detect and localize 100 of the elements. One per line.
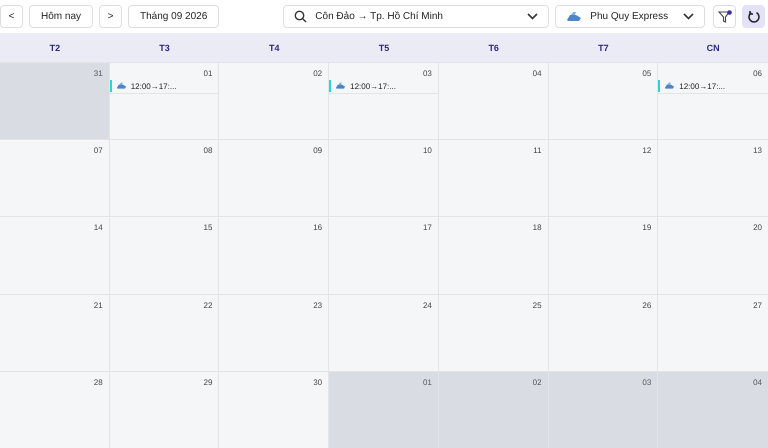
day-cell[interactable]: 10	[329, 140, 439, 216]
day-cell[interactable]: 16	[219, 217, 330, 294]
day-number: 17	[422, 223, 432, 232]
day-cell[interactable]: 04	[658, 372, 768, 448]
day-cell[interactable]: 06 12:00→17:...	[658, 63, 768, 140]
trip-event[interactable]: 12:00→17:...	[658, 79, 768, 94]
day-number: 09	[313, 146, 322, 156]
day-number: 07	[94, 146, 103, 156]
today-button[interactable]: Hôm nay	[29, 5, 94, 28]
day-number: 27	[753, 300, 762, 310]
day-number: 03	[422, 69, 432, 78]
chevron-icon	[683, 13, 694, 20]
event-time: 12:00→17:...	[679, 82, 726, 90]
day-cell[interactable]: 30	[219, 372, 330, 448]
refresh-button[interactable]	[742, 5, 766, 28]
day-number: 25	[532, 300, 542, 310]
refresh-icon	[746, 10, 761, 24]
day-number: 15	[204, 223, 212, 232]
weekday-header: T6	[487, 42, 500, 54]
day-cell[interactable]: 26	[548, 294, 658, 371]
day-cell[interactable]: 19	[548, 217, 658, 294]
day-cell[interactable]: 04	[438, 63, 549, 140]
day-number: 21	[94, 300, 103, 310]
event-time: 12:00→17:...	[350, 82, 396, 90]
day-number: 28	[94, 378, 103, 387]
day-number: 06	[753, 69, 762, 78]
day-number: 30	[313, 378, 322, 387]
day-cell[interactable]: 17	[329, 217, 439, 294]
day-cell[interactable]: 09	[219, 140, 330, 216]
day-cell[interactable]: 29	[110, 372, 220, 448]
day-number: 04	[532, 69, 542, 78]
day-number: 01	[204, 69, 212, 78]
route-text: Côn Đảo → Tp. Hồ Chí Minh	[315, 11, 444, 22]
day-cell[interactable]: 18	[438, 217, 549, 294]
weekday-header: T4	[268, 42, 281, 54]
day-cell[interactable]: 14	[0, 217, 110, 294]
day-cell[interactable]: 12	[548, 140, 658, 216]
day-number: 02	[313, 69, 322, 78]
day-number: 26	[642, 300, 652, 310]
day-cell[interactable]: 03	[548, 372, 658, 448]
day-cell[interactable]: 05	[548, 63, 658, 140]
day-cell[interactable]: 01	[329, 372, 439, 448]
day-number: 03	[642, 378, 652, 387]
trip-event[interactable]: 12:00→17:...	[110, 79, 218, 94]
day-cell[interactable]: 02	[438, 372, 549, 448]
day-cell[interactable]: 24	[329, 294, 439, 371]
day-cell[interactable]: 08	[110, 140, 220, 216]
day-cell[interactable]: 11	[438, 140, 549, 216]
day-number: 10	[422, 146, 432, 156]
ship-icon	[335, 82, 346, 90]
weekday-header: T5	[378, 42, 390, 54]
event-time: 12:00→17:...	[130, 82, 177, 90]
day-cell[interactable]: 21	[0, 294, 110, 371]
day-cell[interactable]: 28	[0, 372, 110, 448]
day-number: 24	[422, 300, 432, 310]
day-cell[interactable]: 13	[658, 140, 768, 216]
operator-select[interactable]: Phu Quy Express	[555, 5, 706, 28]
trip-event[interactable]: 12:00→17:...	[329, 79, 438, 94]
day-cell[interactable]: 01 12:00→17:...	[110, 63, 220, 140]
day-cell[interactable]: 25	[438, 294, 549, 371]
day-cell[interactable]: 27	[658, 294, 768, 371]
day-cell[interactable]: 31	[0, 63, 110, 140]
day-number: 08	[204, 146, 212, 156]
month-button[interactable]: Tháng 09 2026	[128, 5, 220, 28]
day-number: 02	[532, 378, 542, 387]
weekday-header: T2	[48, 42, 62, 54]
day-number: 12	[642, 146, 652, 156]
day-number: 18	[532, 223, 542, 232]
filter-button[interactable]	[713, 5, 736, 28]
ship-icon	[116, 82, 127, 90]
previous-button[interactable]: <	[0, 5, 23, 28]
day-cell[interactable]: 03 12:00→17:...	[329, 63, 439, 140]
day-cell[interactable]: 02	[219, 63, 330, 140]
next-button[interactable]: >	[99, 5, 122, 28]
day-cell[interactable]: 07	[0, 140, 110, 216]
day-number: 11	[533, 146, 542, 156]
route-select[interactable]: Côn Đảo → Tp. Hồ Chí Minh	[283, 5, 550, 28]
day-number: 04	[753, 378, 762, 387]
day-number: 20	[753, 223, 762, 232]
day-number: 13	[753, 146, 762, 156]
day-number: 05	[642, 69, 652, 78]
day-number: 23	[313, 300, 322, 310]
weekday-header: CN	[706, 42, 721, 54]
day-number: 22	[204, 300, 212, 310]
day-cell[interactable]: 22	[110, 294, 220, 371]
day-cell[interactable]: 15	[110, 217, 220, 294]
weekday-header: T7	[597, 42, 610, 54]
search-icon	[294, 10, 308, 23]
day-number: 16	[313, 223, 322, 232]
day-number: 19	[642, 223, 652, 232]
day-cell[interactable]: 23	[219, 294, 330, 371]
day-number: 29	[204, 378, 212, 387]
day-cell[interactable]: 20	[658, 217, 768, 294]
day-number: 01	[422, 378, 432, 387]
day-number: 14	[94, 223, 103, 232]
operator-text: Phu Quy Express	[590, 11, 670, 22]
day-number: 31	[94, 69, 103, 78]
weekday-header: T3	[158, 42, 171, 54]
chevron-icon	[527, 13, 538, 20]
ship-icon	[664, 82, 676, 90]
